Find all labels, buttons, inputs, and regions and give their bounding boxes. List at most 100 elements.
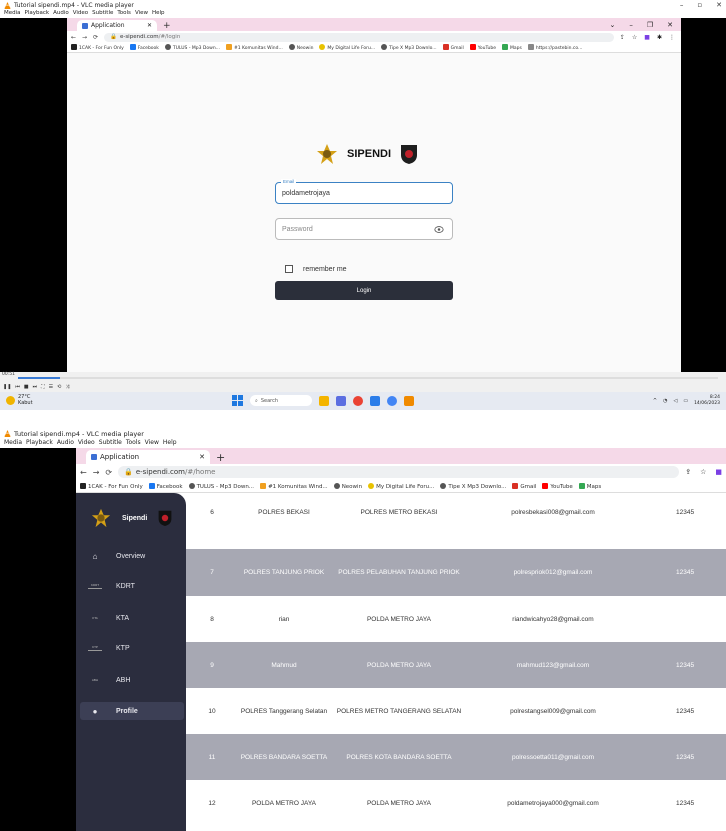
bookmark-tipex[interactable]: Tipe X Mp3 Downlo... (381, 44, 437, 51)
new-tab-icon[interactable]: + (210, 451, 231, 464)
chevron-up-icon[interactable]: ^ (653, 398, 657, 404)
bookmark-facebook[interactable]: Facebook (148, 482, 183, 490)
vlc-taskbar-icon[interactable] (404, 395, 414, 406)
minimize-icon[interactable]: – (629, 21, 633, 29)
sidebar-item-abh[interactable]: ABH ABH (80, 671, 184, 689)
tab-application[interactable]: Application ✕ (86, 450, 210, 464)
table-row[interactable]: 9 Mahmud POLDA METRO JAYA mahmud123@gmai… (186, 642, 726, 688)
menu-playback[interactable]: Playback (25, 10, 50, 18)
bookmark-tipex[interactable]: Tipe X Mp3 Downlo... (440, 482, 506, 490)
file-explorer-icon[interactable] (319, 395, 329, 406)
wifi-icon[interactable]: ◔ (663, 398, 667, 404)
sidebar-item-profile[interactable]: ● Profile (80, 702, 184, 720)
maximize-icon[interactable]: ▫ (697, 1, 702, 9)
reload-icon[interactable]: ⟳ (93, 34, 98, 41)
extension-icon[interactable]: ■ (644, 34, 650, 41)
sidebar-item-kta[interactable]: KTA KTA (80, 609, 184, 627)
bookmark-maps[interactable]: Maps (502, 44, 522, 51)
bookmark-pastebin[interactable]: https://pastebin.co... (527, 44, 582, 51)
remember-checkbox[interactable] (285, 265, 293, 273)
menu-tools[interactable]: Tools (117, 10, 131, 18)
reload-icon[interactable]: ⟳ (105, 468, 112, 477)
table-row[interactable]: 7 POLRES TANJUNG PRIOK POLRES PELABUHAN … (186, 549, 726, 596)
extension-icon[interactable]: ■ (715, 468, 722, 476)
browser-icon[interactable] (387, 395, 397, 406)
bookmark-tulus[interactable]: TULUS - Mp3 Down... (164, 44, 220, 51)
chevron-down-icon[interactable]: ⌄ (609, 21, 615, 29)
bookmark-1cak[interactable]: 1CAK - For Fun Only (71, 44, 124, 51)
forward-icon[interactable]: → (82, 34, 87, 41)
forward-icon[interactable]: → (93, 468, 100, 477)
bookmark-mdl[interactable]: My Digital Life Foru... (319, 44, 375, 51)
back-icon[interactable]: ← (71, 34, 76, 41)
back-icon[interactable]: ← (80, 468, 87, 477)
bookmark-gmail[interactable]: Gmail (512, 482, 536, 490)
table-row[interactable]: 8 rian POLDA METRO JAYA riandwicahyo28@g… (186, 596, 726, 642)
url-input[interactable]: 🔒 e-sipendi.com/#/login (104, 32, 614, 42)
menu-video[interactable]: Video (73, 10, 88, 18)
playlist-icon[interactable]: ☰ (49, 384, 53, 390)
sidebar-item-ktp[interactable]: KTP KTP (80, 639, 184, 657)
volume-icon[interactable]: ◁ (673, 398, 677, 404)
next-icon[interactable]: ⏭ (33, 384, 38, 390)
menu-video[interactable]: Video (78, 439, 95, 448)
stop-icon[interactable]: ■ (24, 384, 29, 390)
previous-icon[interactable]: ⏮ (15, 384, 20, 390)
table-row[interactable]: 12 POLDA METRO JAYA POLDA METRO JAYA pol… (186, 780, 726, 826)
puzzle-icon[interactable]: ✱ (657, 34, 662, 41)
bookmark-mdl[interactable]: My Digital Life Foru... (368, 482, 434, 490)
bookmark-1cak[interactable]: 1CAK - For Fun Only (80, 482, 143, 490)
windows-start-icon[interactable] (232, 395, 243, 406)
bookmark-komunitas[interactable]: #1 Komunitas Wind... (225, 44, 283, 51)
star-icon[interactable]: ☆ (700, 468, 706, 476)
bookmark-youtube[interactable]: YouTube (469, 44, 496, 51)
share-icon[interactable]: ⇪ (685, 468, 691, 476)
menu-help[interactable]: Help (163, 439, 177, 448)
shuffle-icon[interactable]: ⤨ (65, 384, 69, 390)
battery-icon[interactable]: ▭ (683, 398, 688, 404)
table-row[interactable]: 10 POLRES Tanggerang Selatan POLRES METR… (186, 688, 726, 734)
new-tab-icon[interactable]: + (157, 21, 177, 31)
bookmark-maps[interactable]: Maps (578, 482, 601, 490)
tab-close-icon[interactable]: ✕ (147, 22, 152, 29)
eye-icon[interactable] (434, 225, 444, 234)
weather-widget[interactable]: 27°C Kabut (6, 394, 33, 406)
menu-audio[interactable]: Audio (57, 439, 74, 448)
menu-help[interactable]: Help (152, 10, 165, 18)
close-icon[interactable]: ✕ (667, 21, 673, 29)
menu-playback[interactable]: Playback (26, 439, 53, 448)
app-icon[interactable] (336, 395, 346, 406)
share-icon[interactable]: ⇪ (620, 34, 625, 41)
tab-application[interactable]: Application ✕ (77, 20, 157, 31)
pause-icon[interactable]: ❚❚ (3, 384, 11, 390)
clock[interactable]: 8:24 14/06/2023 (694, 395, 720, 407)
restore-icon[interactable]: ❐ (647, 21, 653, 29)
bookmark-neowin[interactable]: Neowin (288, 44, 313, 51)
sidebar-item-kdrt[interactable]: KDRT KDRT (80, 577, 184, 595)
menu-view[interactable]: View (135, 10, 148, 18)
bookmark-tulus[interactable]: TULUS - Mp3 Down... (188, 482, 254, 490)
url-input[interactable]: 🔒 e-sipendi.com/#/home (118, 466, 680, 478)
remember-me[interactable]: remember me (285, 265, 347, 273)
bookmark-youtube[interactable]: YouTube (542, 482, 573, 490)
email-field[interactable]: Email poldametrojaya (275, 179, 453, 204)
minimize-icon[interactable]: – (680, 1, 684, 9)
menu-audio[interactable]: Audio (53, 10, 69, 18)
menu-dots-icon[interactable]: ⋮ (669, 34, 675, 41)
bookmark-komunitas[interactable]: #1 Komunitas Wind... (260, 482, 328, 490)
store-icon[interactable] (370, 395, 380, 406)
table-row[interactable]: 11 POLRES BANDARA SOETTA POLRES KOTA BAN… (186, 734, 726, 780)
menu-media[interactable]: Media (4, 439, 22, 448)
bookmark-neowin[interactable]: Neowin (333, 482, 362, 490)
sidebar-item-overview[interactable]: ⌂ Overview (80, 547, 184, 565)
fullscreen-icon[interactable]: ⛶ (41, 384, 45, 390)
seek-bar[interactable] (18, 377, 718, 379)
chrome-icon[interactable] (353, 395, 363, 406)
menu-view[interactable]: View (145, 439, 159, 448)
taskbar-search[interactable]: ⌕ Search (250, 395, 312, 406)
menu-subtitle[interactable]: Subtitle (99, 439, 122, 448)
password-field[interactable]: Password (275, 218, 453, 240)
login-button[interactable]: Login (275, 281, 453, 300)
bookmark-facebook[interactable]: Facebook (129, 44, 159, 51)
menu-media[interactable]: Media (4, 10, 21, 18)
